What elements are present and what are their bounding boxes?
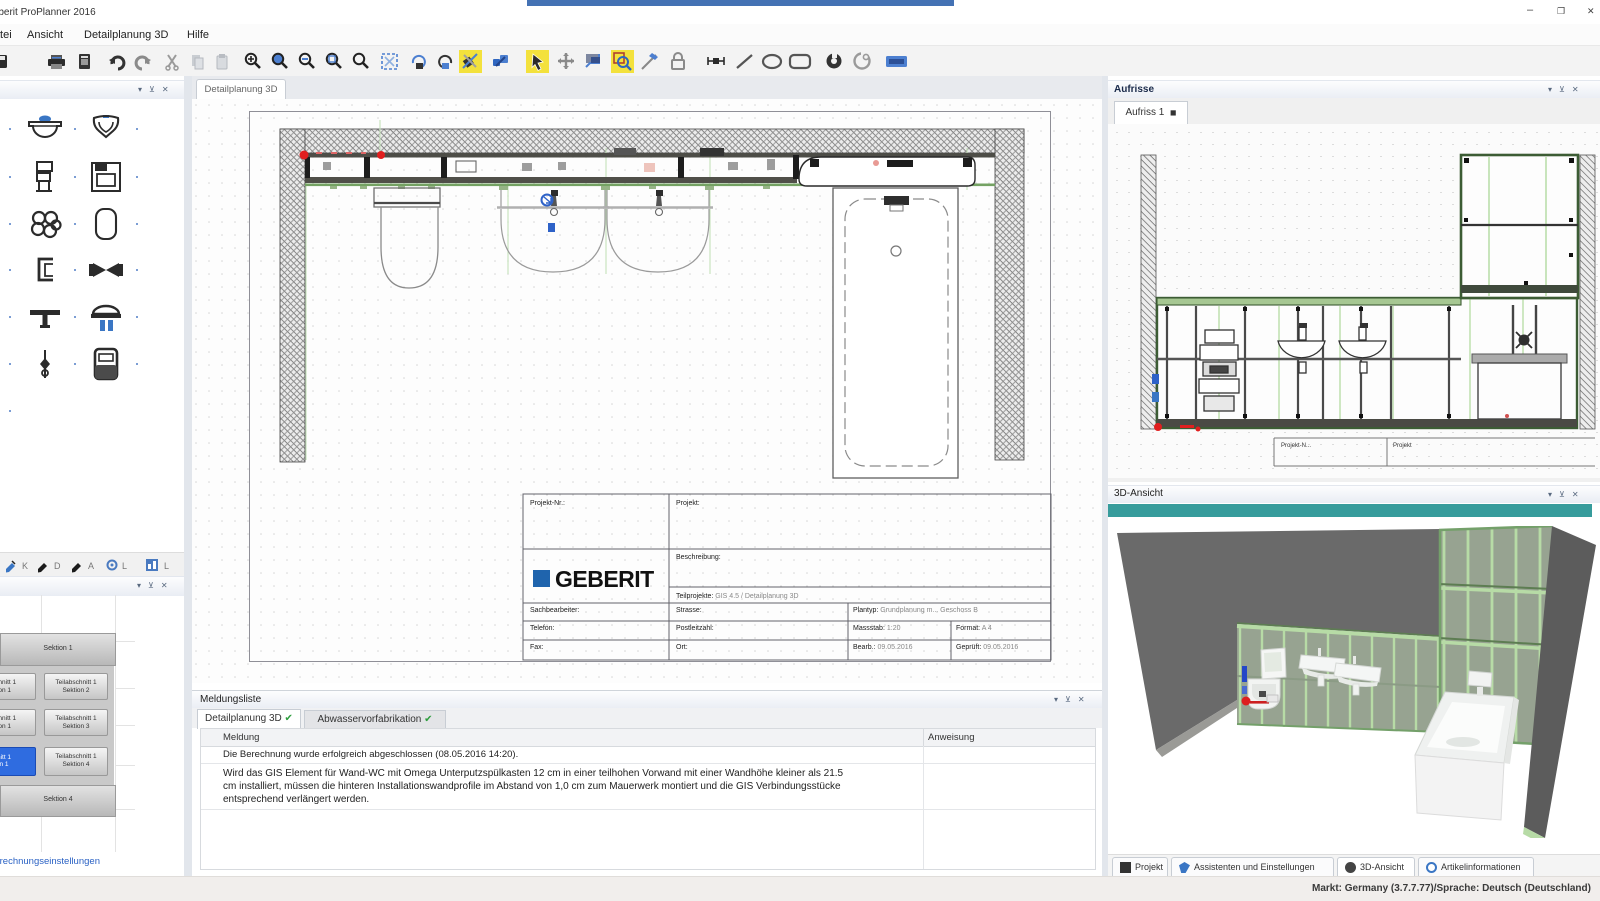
svg-text:Geprüft: 09.05.2016: Geprüft: 09.05.2016 bbox=[956, 644, 1018, 651]
svg-text:Sachbearbeiter:: Sachbearbeiter: bbox=[530, 607, 579, 614]
svg-text:Beschreibung:: Beschreibung: bbox=[676, 554, 721, 561]
svg-text:Projekt-N...: Projekt-N... bbox=[1281, 443, 1311, 449]
svg-text:A: A bbox=[88, 561, 94, 571]
svg-text:L: L bbox=[164, 561, 169, 571]
svg-text:Telefon:: Telefon: bbox=[530, 625, 555, 632]
svg-text:Projekt: Projekt bbox=[1393, 443, 1412, 449]
svg-text:Format: A 4: Format: A 4 bbox=[956, 625, 992, 632]
svg-text:Ort:: Ort: bbox=[676, 644, 688, 651]
svg-text:D: D bbox=[54, 561, 61, 571]
svg-text:GEBERIT: GEBERIT bbox=[555, 566, 654, 592]
svg-text:L: L bbox=[122, 561, 127, 571]
svg-text:Projekt:: Projekt: bbox=[676, 500, 700, 507]
svg-text:Fax:: Fax: bbox=[530, 644, 544, 651]
svg-text:Strasse:: Strasse: bbox=[676, 607, 702, 614]
svg-text:Postleitzahl:: Postleitzahl: bbox=[676, 625, 714, 632]
svg-text:K: K bbox=[22, 561, 28, 571]
svg-text:Massstab: 1:20: Massstab: 1:20 bbox=[853, 625, 901, 632]
svg-text:Plantyp: Grundplanung m... Ges: Plantyp: Grundplanung m... Geschoss B bbox=[853, 607, 978, 614]
svg-text:Bearb.: 09.05.2016: Bearb.: 09.05.2016 bbox=[853, 644, 913, 651]
svg-text:Projekt-Nr.:: Projekt-Nr.: bbox=[530, 500, 565, 507]
svg-text:Teilprojekte: GIS 4.5 / Detail: Teilprojekte: GIS 4.5 / Detailplanung 3D bbox=[676, 593, 799, 600]
